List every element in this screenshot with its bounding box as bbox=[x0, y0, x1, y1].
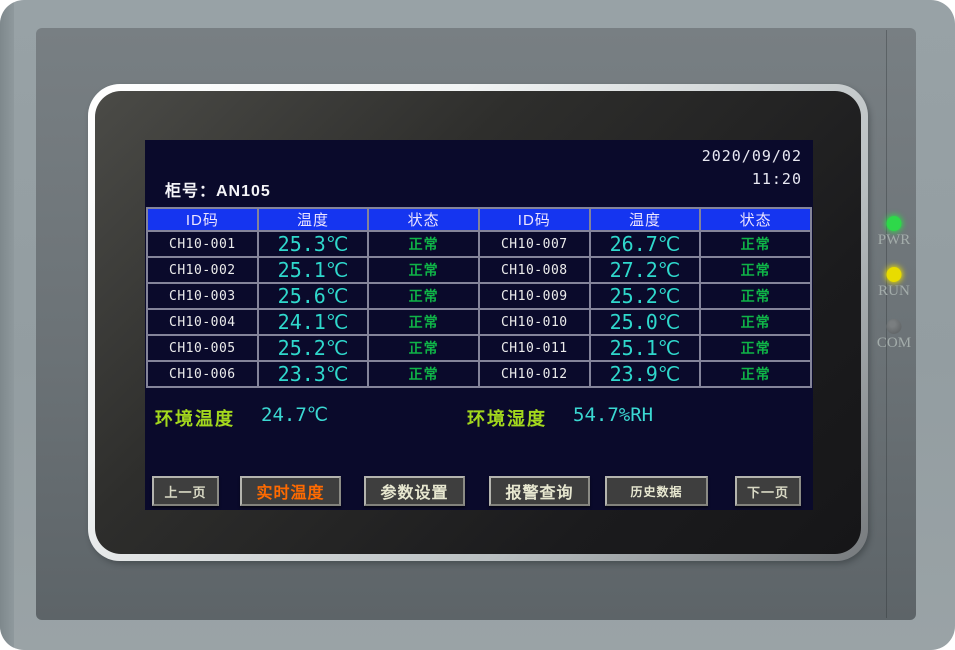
alarm-query-button[interactable]: 报警查询 bbox=[489, 476, 590, 506]
status-cell: 正常 bbox=[700, 257, 811, 283]
pwr-led-icon bbox=[887, 216, 902, 231]
temp-cell: 23.3℃ bbox=[258, 361, 369, 387]
temp-cell: 25.3℃ bbox=[258, 231, 369, 257]
table-row: CH10-005 25.2℃ 正常 CH10-011 25.1℃ 正常 bbox=[147, 335, 811, 361]
id-cell: CH10-003 bbox=[147, 283, 258, 309]
temp-cell: 25.2℃ bbox=[590, 283, 701, 309]
status-cell: 正常 bbox=[700, 361, 811, 387]
id-cell: CH10-006 bbox=[147, 361, 258, 387]
status-cell: 正常 bbox=[368, 335, 479, 361]
header-temp-2: 温度 bbox=[590, 208, 701, 231]
id-cell: CH10-005 bbox=[147, 335, 258, 361]
id-cell: CH10-012 bbox=[479, 361, 590, 387]
table-row: CH10-003 25.6℃ 正常 CH10-009 25.2℃ 正常 bbox=[147, 283, 811, 309]
temp-cell: 24.1℃ bbox=[258, 309, 369, 335]
header-id-1: ID码 bbox=[147, 208, 258, 231]
id-cell: CH10-004 bbox=[147, 309, 258, 335]
temp-cell: 25.6℃ bbox=[258, 283, 369, 309]
ambient-temp-label: 环境温度 bbox=[155, 405, 235, 431]
prev-page-button[interactable]: 上一页 bbox=[152, 476, 219, 506]
cabinet-number-label: 柜号：AN105 bbox=[165, 177, 271, 201]
status-cell: 正常 bbox=[700, 335, 811, 361]
datetime-display: 2020/09/02 11:20 bbox=[702, 145, 802, 191]
table-row: CH10-004 24.1℃ 正常 CH10-010 25.0℃ 正常 bbox=[147, 309, 811, 335]
temp-cell: 25.2℃ bbox=[258, 335, 369, 361]
table-header-row: ID码 温度 状态 ID码 温度 状态 bbox=[147, 208, 811, 231]
table-row: CH10-006 23.3℃ 正常 CH10-012 23.9℃ 正常 bbox=[147, 361, 811, 387]
status-cell: 正常 bbox=[700, 309, 811, 335]
status-cell: 正常 bbox=[368, 309, 479, 335]
id-cell: CH10-001 bbox=[147, 231, 258, 257]
temp-cell: 27.2℃ bbox=[590, 257, 701, 283]
id-cell: CH10-010 bbox=[479, 309, 590, 335]
com-led-icon bbox=[887, 319, 902, 334]
com-led-label: COM bbox=[868, 335, 920, 352]
parameter-settings-button[interactable]: 参数设置 bbox=[364, 476, 465, 506]
status-cell: 正常 bbox=[368, 257, 479, 283]
id-cell: CH10-011 bbox=[479, 335, 590, 361]
realtime-temp-button[interactable]: 实时温度 bbox=[240, 476, 341, 506]
hmi-device: 2020/09/02 11:20 柜号：AN105 ID码 温度 状态 ID码 … bbox=[0, 0, 955, 650]
ambient-humidity-label: 环境湿度 bbox=[467, 405, 547, 431]
lcd-display: 2020/09/02 11:20 柜号：AN105 ID码 温度 状态 ID码 … bbox=[145, 140, 813, 510]
temperature-table: ID码 温度 状态 ID码 温度 状态 CH10-001 25.3℃ 正常 CH… bbox=[146, 207, 812, 388]
header-id-2: ID码 bbox=[479, 208, 590, 231]
ambient-humidity-value: 54.7%RH bbox=[573, 404, 653, 426]
id-cell: CH10-002 bbox=[147, 257, 258, 283]
status-cell: 正常 bbox=[368, 361, 479, 387]
status-cell: 正常 bbox=[700, 283, 811, 309]
run-led-label: RUN bbox=[868, 283, 920, 300]
status-cell: 正常 bbox=[368, 283, 479, 309]
history-data-button[interactable]: 历史数据 bbox=[605, 476, 708, 506]
status-cell: 正常 bbox=[368, 231, 479, 257]
table-row: CH10-001 25.3℃ 正常 CH10-007 26.7℃ 正常 bbox=[147, 231, 811, 257]
temp-cell: 26.7℃ bbox=[590, 231, 701, 257]
temp-cell: 25.0℃ bbox=[590, 309, 701, 335]
temp-cell: 25.1℃ bbox=[258, 257, 369, 283]
time-text: 11:20 bbox=[702, 168, 802, 191]
id-cell: CH10-008 bbox=[479, 257, 590, 283]
date-text: 2020/09/02 bbox=[702, 145, 802, 168]
header-temp-1: 温度 bbox=[258, 208, 369, 231]
header-status-2: 状态 bbox=[700, 208, 811, 231]
header-status-1: 状态 bbox=[368, 208, 479, 231]
pwr-led-label: PWR bbox=[868, 232, 920, 249]
device-left-edge bbox=[0, 0, 14, 650]
id-cell: CH10-009 bbox=[479, 283, 590, 309]
next-page-button[interactable]: 下一页 bbox=[735, 476, 801, 506]
led-indicator-column: PWR RUN COM bbox=[868, 210, 920, 360]
nav-button-row: 上一页 实时温度 参数设置 报警查询 历史数据 下一页 bbox=[145, 476, 813, 506]
temp-cell: 25.1℃ bbox=[590, 335, 701, 361]
status-cell: 正常 bbox=[700, 231, 811, 257]
id-cell: CH10-007 bbox=[479, 231, 590, 257]
temp-cell: 23.9℃ bbox=[590, 361, 701, 387]
run-led-icon bbox=[887, 267, 902, 282]
ambient-temp-value: 24.7℃ bbox=[261, 404, 328, 426]
environment-readout: 环境温度 24.7℃ 环境湿度 54.7%RH bbox=[145, 403, 813, 429]
table-row: CH10-002 25.1℃ 正常 CH10-008 27.2℃ 正常 bbox=[147, 257, 811, 283]
